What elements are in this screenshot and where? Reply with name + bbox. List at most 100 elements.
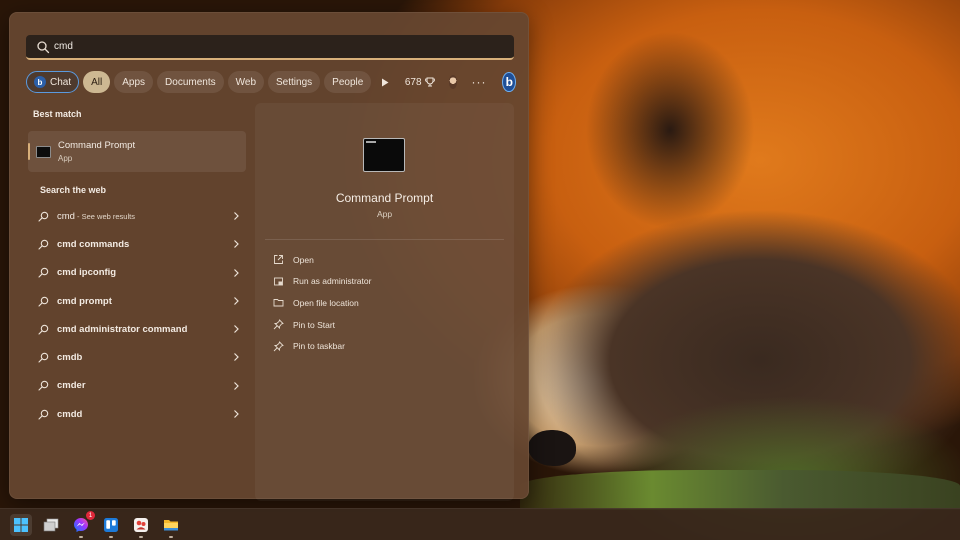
points-value: 678 — [404, 76, 422, 88]
user-avatar[interactable] — [448, 75, 458, 89]
web-result-item[interactable]: cmdd — [28, 400, 246, 428]
best-match-type: App — [58, 154, 73, 163]
search-icon — [38, 324, 49, 335]
action-open[interactable]: Open — [273, 249, 503, 271]
selection-accent — [28, 143, 30, 160]
notification-badge: 1 — [86, 511, 95, 520]
taskbar: 1 — [0, 508, 960, 540]
action-label: Pin to taskbar — [293, 341, 345, 352]
web-result-hint: - See web results — [74, 211, 135, 221]
details-app-type: App — [376, 209, 393, 219]
wallpaper-fox-nose — [528, 430, 576, 466]
pin-icon — [273, 319, 284, 330]
web-result-item[interactable]: cmder — [28, 372, 246, 400]
chevron-right-icon — [234, 410, 239, 419]
best-match-heading: Best match — [33, 109, 82, 119]
folder-icon — [273, 299, 284, 307]
results-column: Best match — [26, 109, 248, 119]
task-view-icon — [43, 518, 59, 532]
chat-button[interactable]: b Chat — [26, 71, 80, 93]
photo-app[interactable] — [130, 514, 152, 538]
start-button[interactable] — [10, 514, 32, 536]
running-indicator — [79, 536, 83, 538]
web-result-query: cmdb — [57, 352, 83, 364]
app-icon — [134, 518, 148, 532]
web-result-item[interactable]: cmd ipconfig — [28, 259, 246, 287]
web-result-item[interactable]: cmd prompt — [28, 287, 246, 315]
search-icon — [38, 267, 49, 278]
running-indicator — [139, 536, 143, 538]
more-filters-button[interactable] — [379, 71, 391, 93]
bing-icon: b — [34, 76, 46, 88]
action-label: Open file location — [293, 297, 359, 308]
chevron-right-icon — [234, 212, 239, 220]
best-match-result[interactable]: Command Prompt App — [28, 131, 246, 172]
action-open-file-location[interactable]: Open file location — [273, 292, 503, 314]
search-icon — [38, 381, 49, 391]
trophy-icon — [424, 77, 435, 87]
command-prompt-icon — [36, 145, 51, 158]
action-run-as-admin[interactable]: Run as administrator — [273, 271, 503, 293]
search-panel: b Chat All Apps Documents Web Settings P… — [9, 12, 529, 501]
details-pane: Command Prompt App Open Run as administr… — [255, 103, 514, 501]
web-result-item[interactable]: cmd - See web results — [28, 202, 246, 230]
shield-icon — [274, 277, 283, 286]
trello-app[interactable] — [100, 514, 122, 538]
chevron-right-icon — [234, 353, 239, 362]
details-actions: Open Run as administrator Open file loca… — [273, 249, 503, 357]
search-web-heading: Search the web — [40, 185, 107, 195]
running-indicator — [169, 536, 173, 538]
search-icon — [37, 41, 50, 54]
chevron-right-icon — [234, 296, 239, 305]
filter-people[interactable]: People — [324, 71, 372, 93]
web-result-query: cmder — [57, 380, 86, 392]
search-icon — [38, 296, 49, 307]
search-icon — [38, 239, 49, 250]
filter-settings[interactable]: Settings — [268, 71, 321, 93]
file-explorer-app[interactable] — [160, 514, 182, 538]
action-pin-to-taskbar[interactable]: Pin to taskbar — [273, 335, 503, 357]
rewards-points[interactable]: 678 — [405, 77, 435, 88]
web-result-item[interactable]: cmdb — [28, 343, 246, 371]
messenger-icon — [74, 518, 88, 532]
filter-all[interactable]: All — [83, 71, 111, 93]
play-icon — [382, 78, 389, 86]
chevron-right-icon — [234, 268, 239, 277]
chevron-right-icon — [234, 325, 239, 334]
bing-logo-icon: b — [505, 75, 513, 89]
task-view-button[interactable] — [40, 514, 62, 536]
filter-apps[interactable]: Apps — [114, 71, 154, 93]
bing-chat-button[interactable]: b — [502, 72, 517, 92]
command-prompt-large-icon — [363, 138, 405, 172]
search-input[interactable] — [54, 41, 514, 52]
filter-documents[interactable]: Documents — [157, 71, 224, 93]
search-icon — [38, 352, 49, 363]
action-label: Run as administrator — [293, 276, 372, 287]
open-icon — [274, 255, 283, 265]
running-indicator — [109, 536, 113, 538]
action-label: Open — [293, 254, 314, 265]
web-result-item[interactable]: cmd administrator command — [28, 315, 246, 343]
search-box[interactable] — [26, 35, 514, 60]
best-match-name: Command Prompt — [58, 140, 136, 151]
details-app-name: Command Prompt — [335, 191, 434, 205]
web-result-query: cmdd — [57, 408, 83, 420]
filter-bar: b Chat All Apps Documents Web Settings P… — [26, 71, 517, 93]
web-result-item[interactable]: cmd commands — [28, 230, 246, 258]
chevron-right-icon — [234, 240, 239, 249]
search-icon — [38, 211, 49, 222]
folder-icon — [164, 520, 178, 531]
filter-web[interactable]: Web — [227, 71, 265, 93]
trello-icon — [104, 518, 118, 532]
web-results-list: cmd - See web results cmd commands cmd i… — [28, 202, 246, 428]
action-pin-to-start[interactable]: Pin to Start — [273, 314, 503, 336]
chevron-right-icon — [234, 381, 239, 390]
web-result-query: cmd ipconfig — [57, 267, 117, 279]
web-result-query: cmd prompt — [57, 295, 112, 307]
terminal-titlebar — [366, 141, 376, 143]
details-divider — [265, 239, 504, 240]
messenger-app[interactable]: 1 — [70, 511, 95, 538]
web-result-query: cmd — [57, 210, 75, 222]
wallpaper-moss — [520, 470, 960, 510]
more-options-button[interactable]: ··· — [471, 75, 486, 89]
